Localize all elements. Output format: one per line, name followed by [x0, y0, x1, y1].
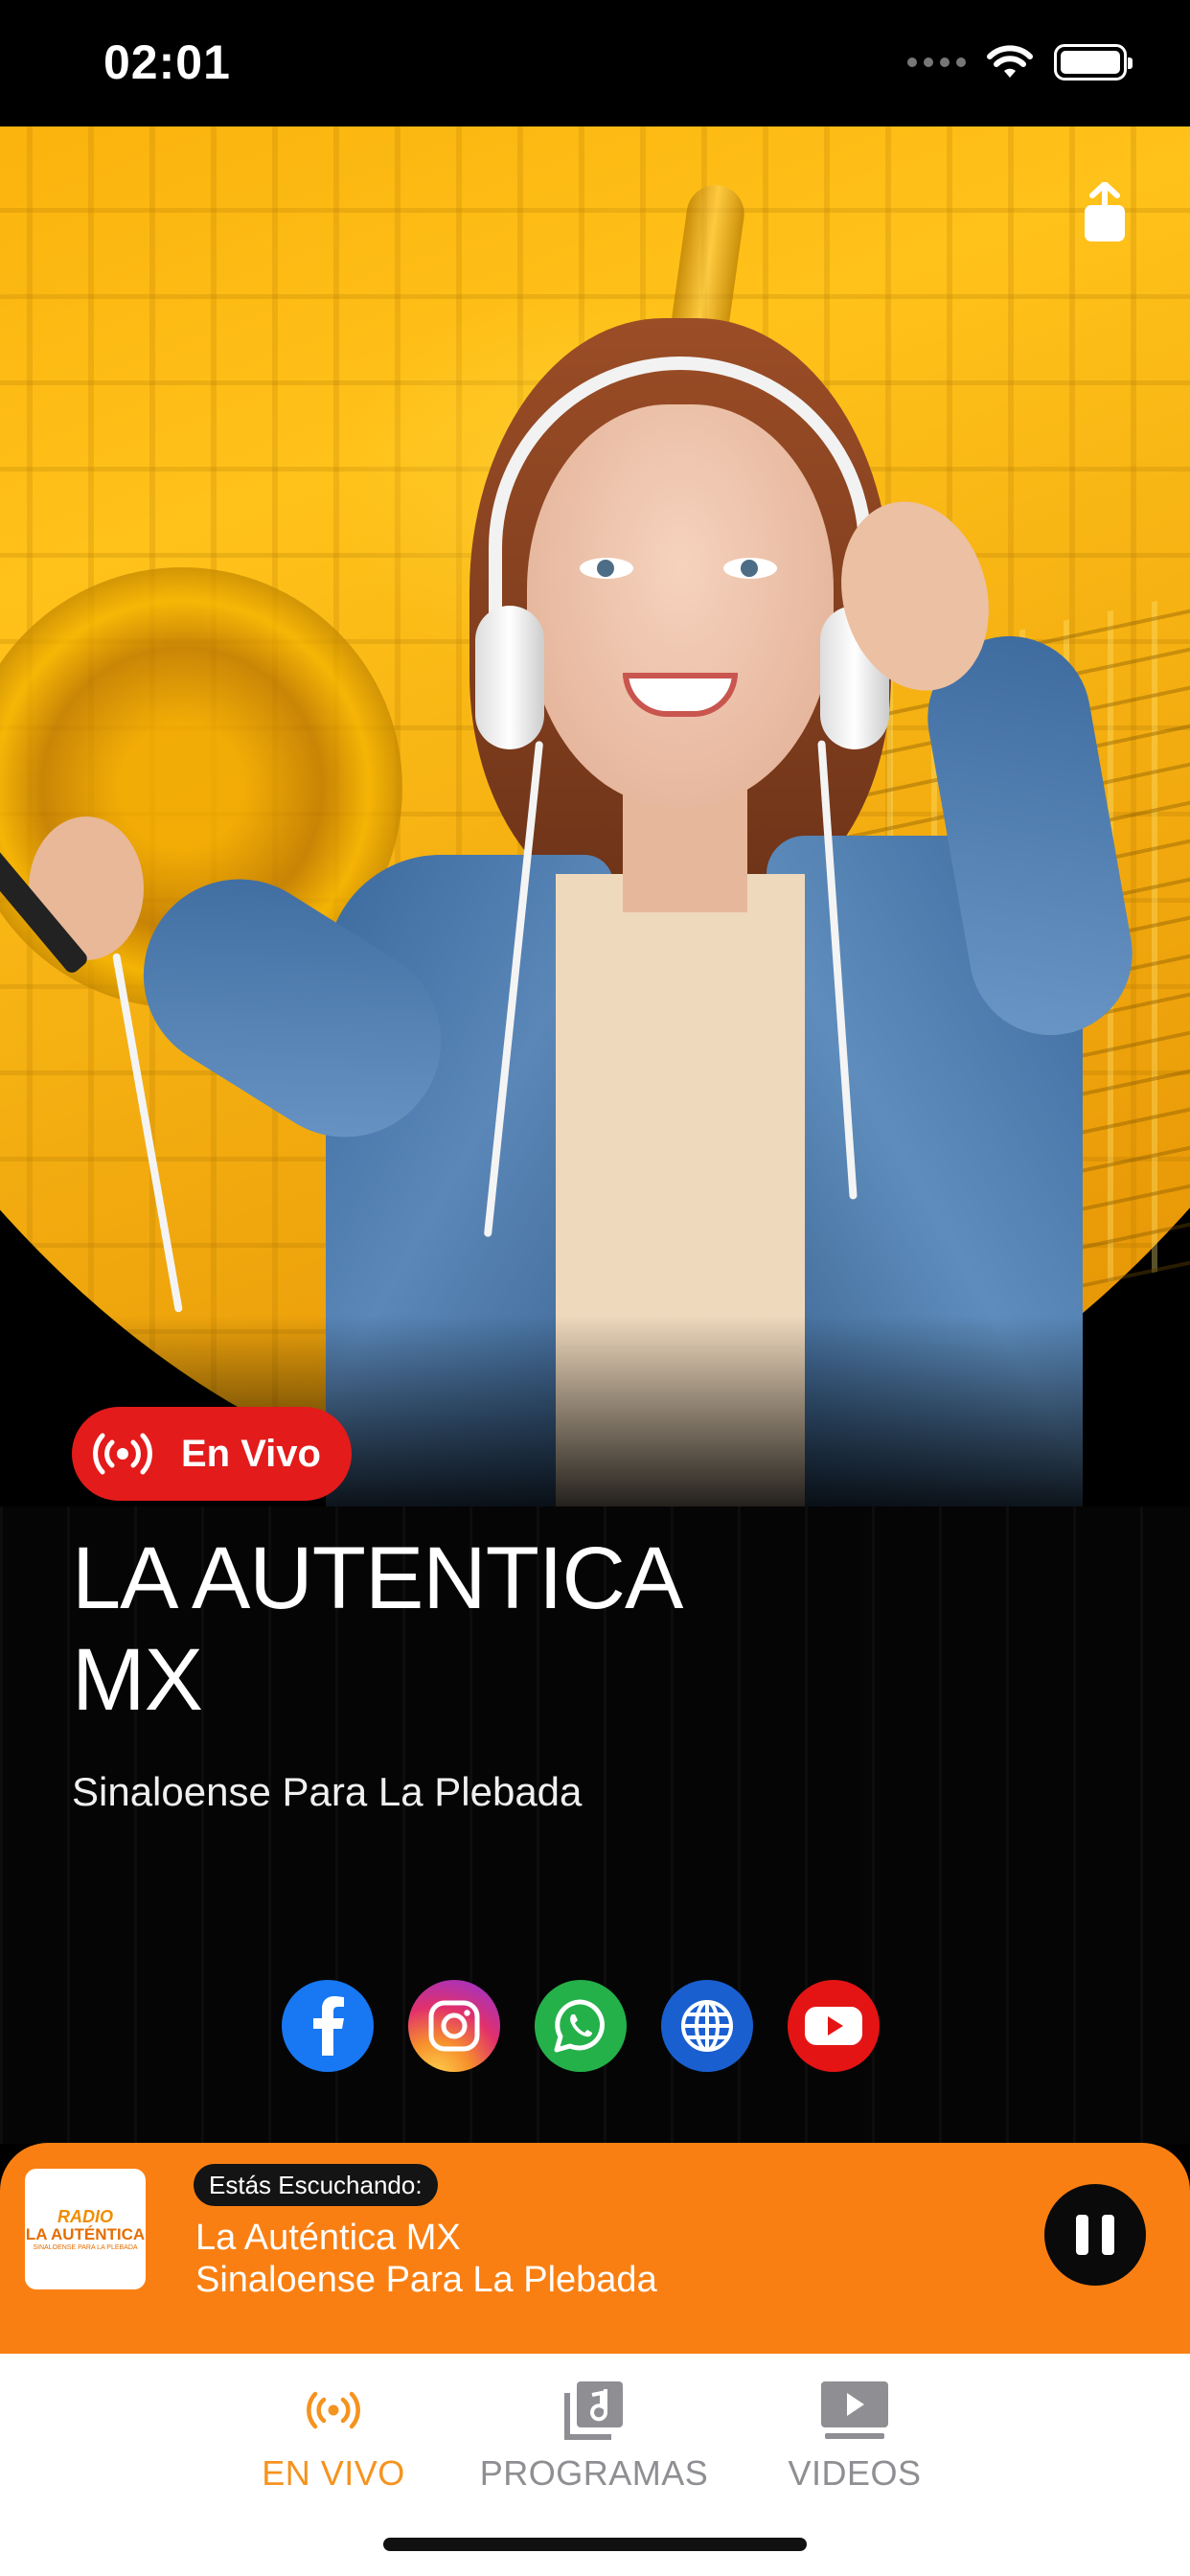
hero-image	[0, 126, 1190, 1506]
signal-icon	[907, 58, 966, 67]
live-badge-label: En Vivo	[181, 1432, 321, 1475]
whatsapp-icon	[554, 1999, 605, 2053]
tab-en-vivo[interactable]: EN VIVO	[209, 2373, 458, 2517]
youtube-icon	[805, 2007, 862, 2045]
instagram-button[interactable]	[408, 1980, 500, 2072]
youtube-button[interactable]	[788, 1980, 880, 2072]
broadcast-icon	[307, 2391, 360, 2429]
wifi-icon	[987, 45, 1033, 78]
share-icon[interactable]	[1081, 182, 1129, 243]
status-icons	[907, 44, 1133, 80]
music-library-icon	[564, 2381, 623, 2440]
logo-radio-text: RADIO	[57, 2206, 113, 2226]
tab-videos[interactable]: VIDEOS	[730, 2373, 979, 2517]
pause-button[interactable]	[1044, 2184, 1146, 2286]
station-title: LA AUTENTICA MX	[72, 1530, 678, 1729]
tab-videos-label: VIDEOS	[788, 2453, 922, 2493]
now-playing-bar[interactable]: RADIO LA AUTÉNTICA SINALOENSE PARA LA PL…	[0, 2143, 1190, 2354]
now-playing-title: La Auténtica MX	[195, 2218, 461, 2258]
logo-tagline: SINALOENSE PARA LA PLEBADA	[33, 2243, 138, 2251]
station-logo: RADIO LA AUTÉNTICA SINALOENSE PARA LA PL…	[25, 2169, 146, 2289]
tab-en-vivo-label: EN VIVO	[262, 2453, 405, 2493]
pause-icon	[1076, 2215, 1088, 2255]
web-globe-icon	[681, 2000, 733, 2052]
home-indicator[interactable]	[383, 2538, 807, 2551]
tab-programas[interactable]: PROGRAMAS	[469, 2373, 719, 2517]
video-play-icon	[821, 2381, 888, 2439]
status-time: 02:01	[103, 35, 231, 89]
website-button[interactable]	[661, 1980, 753, 2072]
status-bar: 02:01	[0, 0, 1190, 126]
facebook-icon	[313, 1996, 344, 2056]
battery-icon	[1054, 44, 1133, 80]
now-playing-label: Estás Escuchando:	[194, 2164, 438, 2206]
logo-main-text: LA AUTÉNTICA	[25, 2224, 146, 2243]
tab-programas-label: PROGRAMAS	[479, 2453, 709, 2493]
station-subtitle: Sinaloense Para La Plebada	[72, 1769, 583, 1814]
instagram-icon	[428, 2000, 480, 2052]
now-playing-subtitle: Sinaloense Para La Plebada	[195, 2260, 657, 2300]
tab-bar: EN VIVO PROGRAMAS VIDEOS	[0, 2354, 1190, 2576]
whatsapp-button[interactable]	[535, 1980, 627, 2072]
broadcast-icon	[93, 1433, 152, 1475]
social-links	[282, 1980, 880, 2072]
facebook-button[interactable]	[282, 1980, 374, 2072]
live-badge: En Vivo	[72, 1407, 352, 1501]
